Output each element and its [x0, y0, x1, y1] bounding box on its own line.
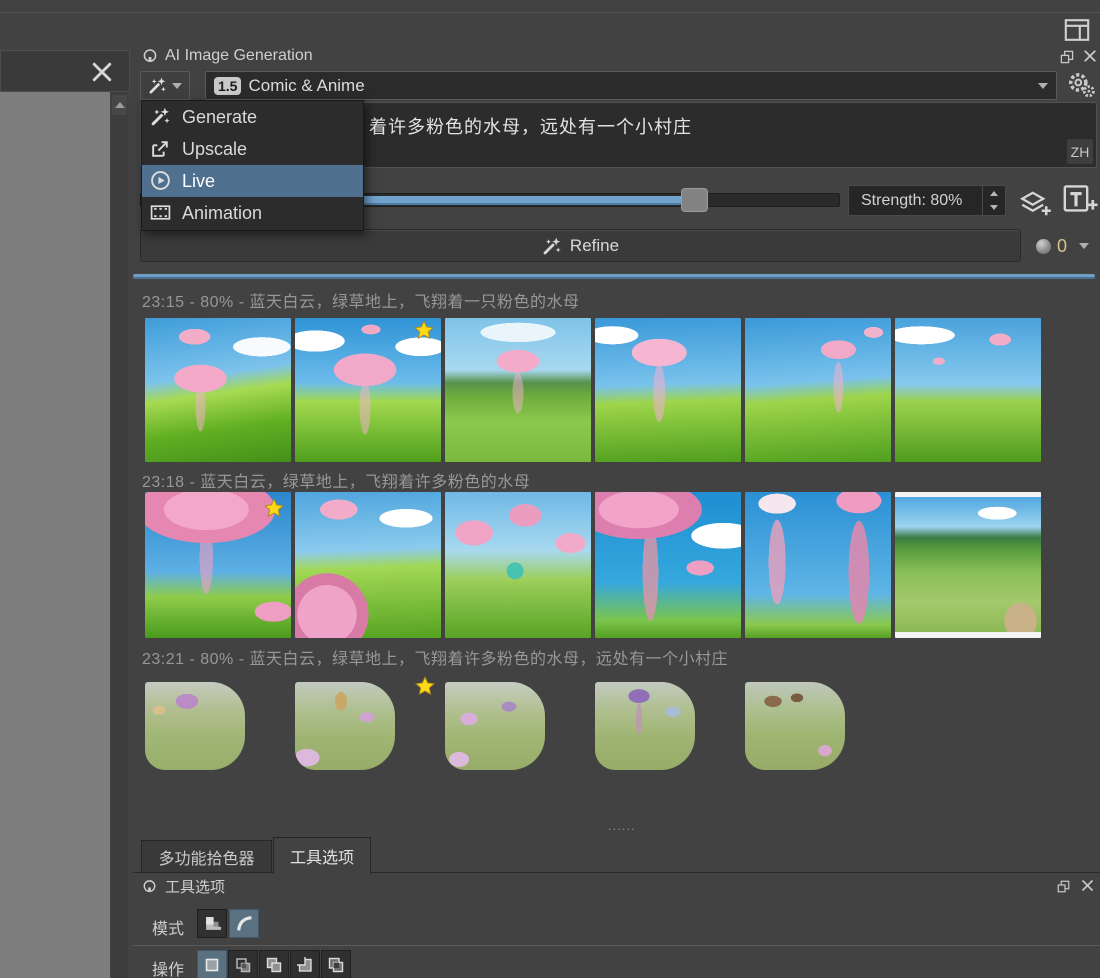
- action-replace-button[interactable]: [197, 950, 227, 978]
- language-badge[interactable]: ZH: [1067, 139, 1093, 164]
- result-thumbnail[interactable]: [145, 318, 291, 462]
- menu-item-live[interactable]: Live: [142, 165, 363, 197]
- strength-spinbox[interactable]: Strength: 80%: [848, 185, 1006, 216]
- scrollbar[interactable]: [111, 92, 128, 978]
- queue-status-icon: [1036, 239, 1051, 254]
- style-selector[interactable]: 1.5 Comic & Anime: [205, 71, 1057, 100]
- result-thumbnail[interactable]: [745, 318, 891, 462]
- workflow-menu: Generate Upscale Live Animation: [141, 100, 364, 231]
- result-thumbnail[interactable]: [145, 682, 245, 770]
- panel-title: AI Image Generation: [165, 47, 313, 65]
- menu-item-animation[interactable]: Animation: [142, 197, 363, 229]
- docker-lock-icon[interactable]: [142, 879, 157, 894]
- chevron-down-icon: [1079, 243, 1089, 249]
- close-icon[interactable]: [89, 59, 115, 85]
- history-group-label: 23:21 - 80% - 蓝天白云，绿草地上，飞翔着许多粉色的水母，远处有一个…: [142, 645, 728, 669]
- menu-item-upscale[interactable]: Upscale: [142, 133, 363, 165]
- action-add-button[interactable]: [259, 950, 289, 978]
- result-thumbnail[interactable]: [295, 682, 395, 770]
- result-thumbnail[interactable]: [895, 318, 1041, 462]
- refine-button[interactable]: Refine: [140, 229, 1021, 262]
- tool-options-titlebar: 工具选项: [142, 877, 225, 895]
- result-thumbnail[interactable]: [595, 492, 741, 638]
- selection-add-icon: [265, 956, 283, 974]
- tool-options-divider: [133, 945, 1100, 946]
- docker-lock-icon[interactable]: [142, 48, 158, 64]
- spin-up-button[interactable]: [983, 186, 1005, 201]
- strength-slider-handle[interactable]: [681, 188, 708, 212]
- menu-item-generate[interactable]: Generate: [142, 101, 363, 133]
- left-docker-titlebar: [0, 50, 130, 92]
- close-icon[interactable]: [1082, 48, 1098, 64]
- antialias-selection-icon: [236, 915, 253, 932]
- tool-options-title: 工具选项: [165, 876, 225, 897]
- workspace-chooser-icon[interactable]: [1062, 15, 1092, 45]
- magic-wand-icon: [148, 76, 167, 95]
- mode-antialias-button[interactable]: [229, 909, 259, 938]
- mode-label: 模式: [152, 915, 184, 939]
- result-thumbnail[interactable]: [595, 318, 741, 462]
- scroll-up-button[interactable]: [112, 95, 127, 115]
- upscale-icon: [150, 138, 172, 160]
- action-intersect-button[interactable]: [228, 950, 258, 978]
- spin-down-button[interactable]: [983, 201, 1005, 216]
- action-xor-button[interactable]: [321, 950, 351, 978]
- film-strip-icon: [150, 202, 172, 224]
- result-thumbnail[interactable]: [895, 492, 1041, 638]
- prompt-text: 着许多粉色的水母，远处有一个小村庄: [369, 113, 692, 139]
- play-circle-icon: [150, 170, 172, 192]
- pixel-selection-icon: [204, 915, 221, 932]
- add-text-layer-button[interactable]: [1062, 184, 1098, 216]
- history-group-label: 23:15 - 80% - 蓝天白云，绿草地上，飞翔着一只粉色的水母: [142, 288, 580, 312]
- result-thumbnail[interactable]: [745, 682, 845, 770]
- queue-indicator[interactable]: 0: [1036, 232, 1098, 260]
- settings-button[interactable]: [1066, 71, 1096, 99]
- star-icon: [264, 498, 284, 518]
- refine-button-label: Refine: [570, 236, 619, 256]
- style-selector-value: Comic & Anime: [248, 76, 1031, 96]
- sd-version-badge: 1.5: [214, 77, 241, 95]
- ai-docker-titlebar: AI Image Generation: [142, 46, 313, 66]
- tab-tool-options[interactable]: 工具选项: [273, 837, 371, 874]
- selection-intersect-icon: [234, 956, 252, 974]
- magic-wand-icon: [542, 236, 562, 256]
- float-docker-icon[interactable]: [1056, 879, 1071, 894]
- history-separator: [133, 274, 1095, 279]
- float-docker-icon[interactable]: [1059, 49, 1075, 65]
- selection-replace-icon: [203, 956, 221, 974]
- result-thumbnail[interactable]: [295, 492, 441, 638]
- close-icon[interactable]: [1080, 878, 1095, 893]
- left-docker-content[interactable]: [0, 92, 110, 978]
- magic-wand-icon: [150, 106, 172, 128]
- action-label: 操作: [152, 956, 184, 978]
- top-divider: [0, 12, 1100, 13]
- selection-xor-icon: [327, 956, 345, 974]
- history-group-label: 23:18 - 蓝天白云，绿草地上，飞翔着许多粉色的水母: [142, 468, 530, 492]
- selection-subtract-icon: [296, 956, 314, 974]
- result-thumbnail[interactable]: [445, 318, 591, 462]
- result-thumbnail[interactable]: [595, 682, 695, 770]
- strength-value: Strength: 80%: [849, 192, 982, 210]
- star-icon: [415, 676, 435, 696]
- history-more-indicator: ......: [608, 818, 636, 833]
- chevron-down-icon: [1038, 83, 1048, 89]
- result-thumbnail[interactable]: [745, 492, 891, 638]
- tab-color-selector[interactable]: 多功能拾色器: [141, 840, 272, 873]
- result-thumbnail[interactable]: [445, 492, 591, 638]
- krita-window: AI Image Generation 1.5 Comic & Anime 着许…: [0, 0, 1100, 978]
- add-layer-button[interactable]: [1018, 186, 1052, 216]
- mode-pixel-button[interactable]: [197, 909, 227, 938]
- star-icon: [414, 320, 434, 340]
- result-thumbnail[interactable]: [445, 682, 545, 770]
- queue-count: 0: [1057, 236, 1067, 257]
- action-subtract-button[interactable]: [290, 950, 320, 978]
- workflow-mode-button[interactable]: [140, 71, 190, 100]
- chevron-down-icon: [172, 83, 182, 89]
